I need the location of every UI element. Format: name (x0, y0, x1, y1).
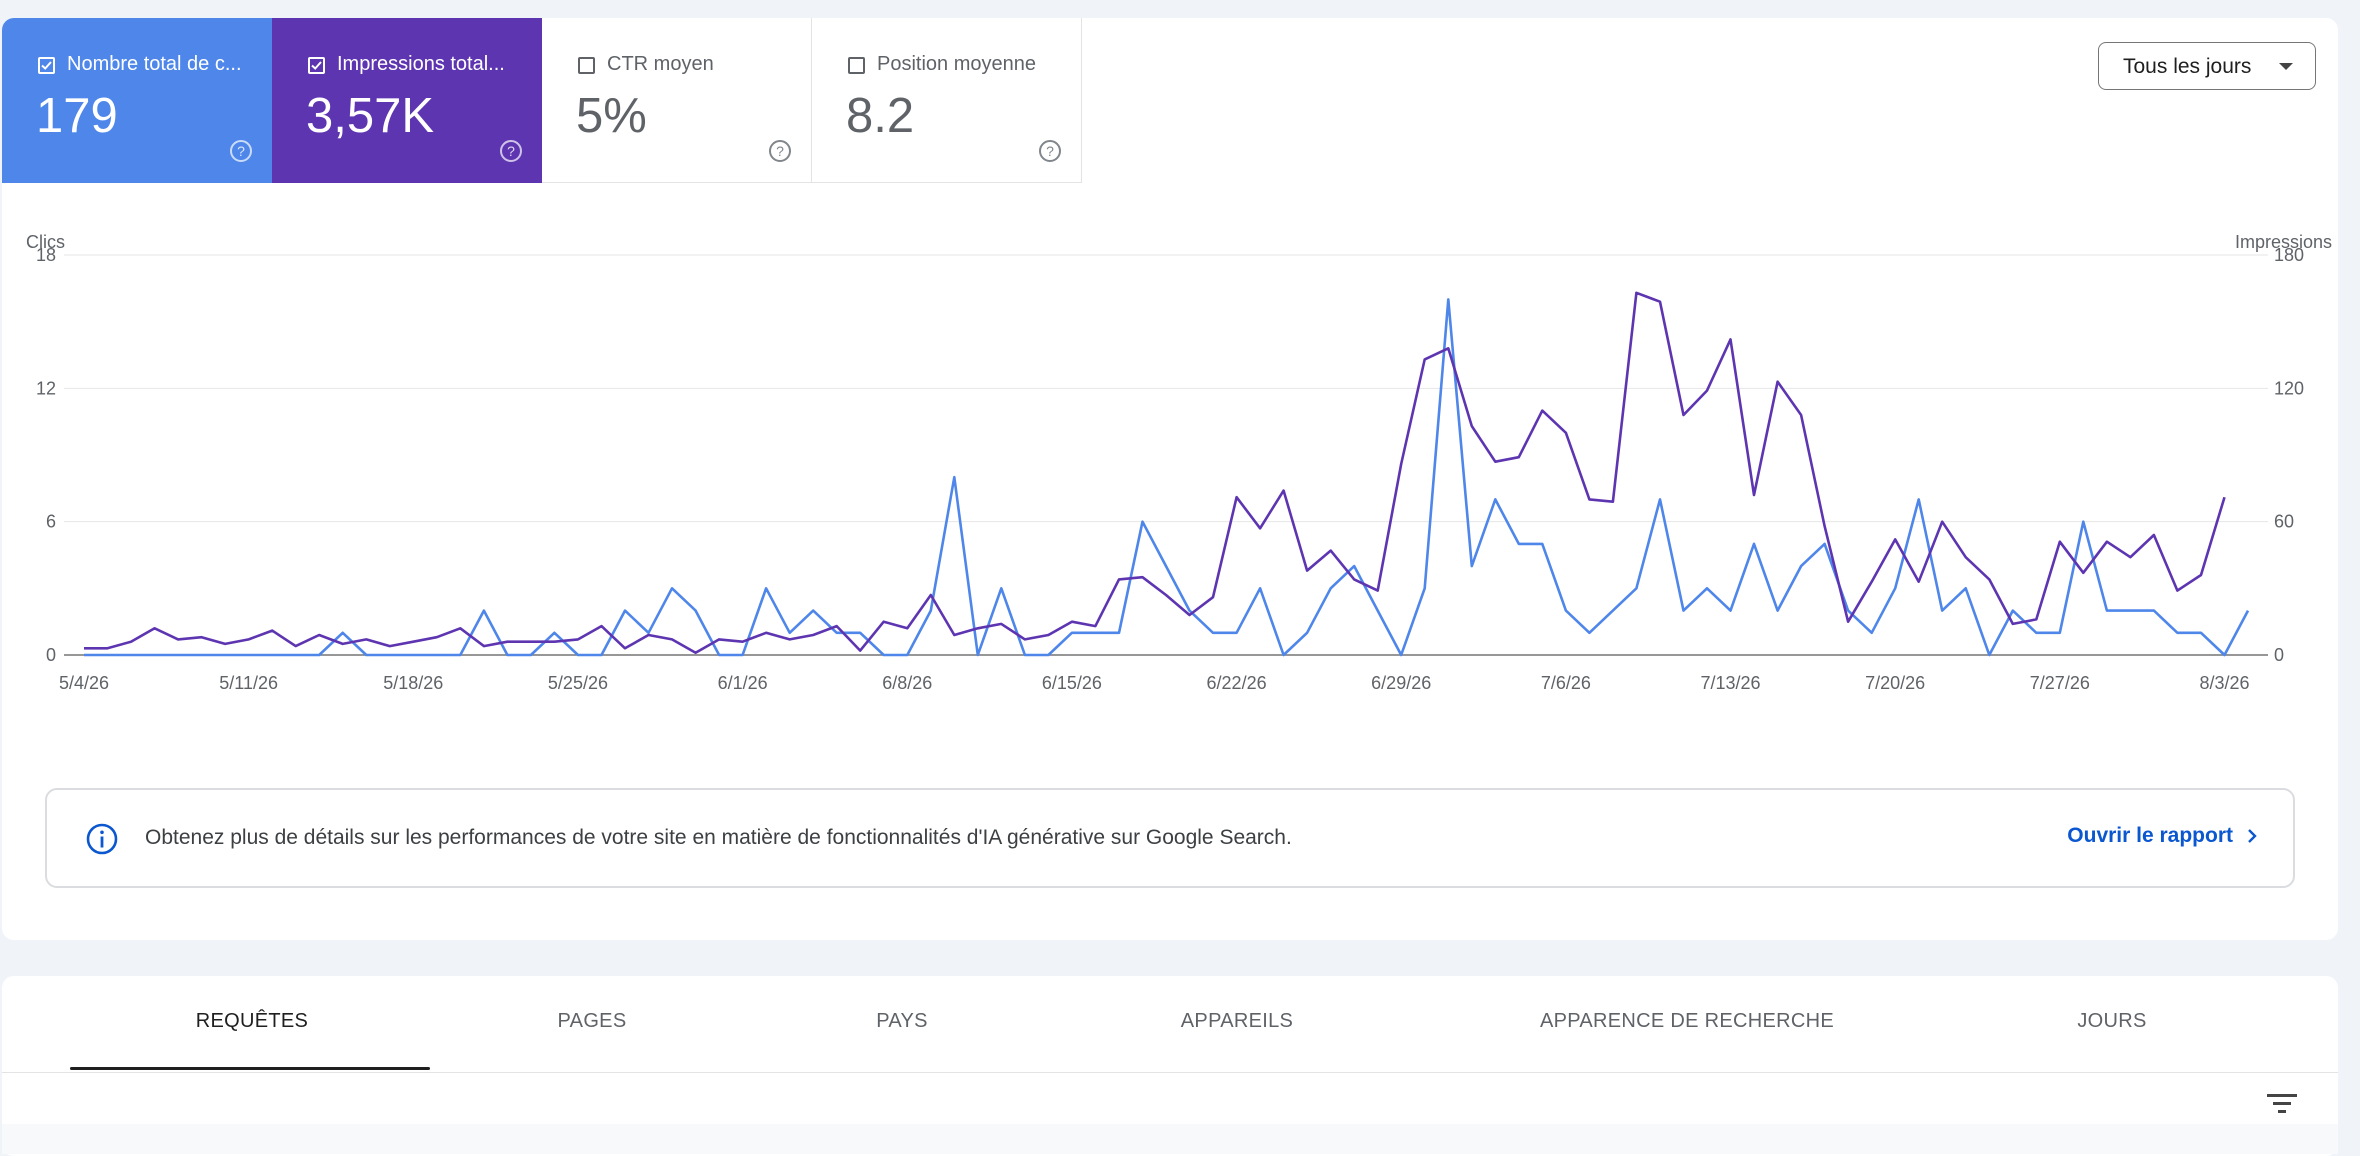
active-tab-indicator (70, 1067, 430, 1070)
metric-total-clicks[interactable]: Nombre total de c... 179 ? (2, 18, 272, 183)
ai-report-banner: Obtenez plus de détails sur les performa… (45, 788, 2295, 888)
tab-divider (2, 1072, 2338, 1073)
checkbox-unchecked-icon[interactable] (578, 57, 595, 74)
x-tick-label: 6/22/26 (1207, 673, 1267, 693)
y-right-tick-label: 120 (2274, 378, 2304, 398)
y-left-tick-label: 18 (36, 245, 56, 265)
date-range-label: Tous les jours (2123, 55, 2252, 78)
y-left-tick-label: 12 (36, 378, 56, 398)
metric-value: 5% (576, 89, 647, 143)
x-tick-label: 7/27/26 (2030, 673, 2090, 693)
y-left-tick-label: 6 (46, 512, 56, 532)
date-range-dropdown[interactable]: Tous les jours (2098, 42, 2316, 90)
tab-devices[interactable]: APPAREILS (1102, 1010, 1372, 1033)
y-left-tick-label: 0 (46, 645, 56, 665)
x-tick-label: 7/6/26 (1541, 673, 1591, 693)
help-icon[interactable]: ? (500, 140, 522, 162)
tab-queries[interactable]: REQUÊTES (122, 1010, 382, 1033)
x-tick-label: 7/20/26 (1865, 673, 1925, 693)
x-tick-label: 6/15/26 (1042, 673, 1102, 693)
x-tick-label: 7/13/26 (1700, 673, 1760, 693)
metric-value: 3,57K (306, 89, 435, 143)
metric-label: Impressions total... (337, 53, 505, 75)
metric-label: CTR moyen (607, 53, 714, 75)
x-tick-label: 5/11/26 (219, 673, 278, 693)
series-line-clicks (84, 298, 2250, 657)
caret-down-icon (2279, 63, 2293, 70)
x-tick-label: 5/18/26 (383, 673, 443, 693)
tab-countries[interactable]: PAYS (792, 1010, 1012, 1033)
y-right-tick-label: 60 (2274, 512, 2294, 532)
metric-label: Nombre total de c... (67, 53, 242, 75)
metric-label: Position moyenne (877, 53, 1036, 75)
series-line-impressions (84, 291, 2226, 655)
checkbox-checked-icon[interactable] (38, 57, 55, 74)
open-report-link[interactable]: Ouvrir le rapport (2067, 824, 2257, 848)
table-header-strip (2, 1124, 2338, 1154)
metric-value: 8.2 (846, 89, 915, 143)
tab-days[interactable]: JOURS (1992, 1010, 2232, 1033)
filter-icon[interactable] (2267, 1092, 2297, 1114)
info-icon (86, 823, 118, 855)
x-tick-label: 5/25/26 (548, 673, 608, 693)
x-tick-label: 6/1/26 (718, 673, 768, 693)
x-tick-label: 6/29/26 (1371, 673, 1431, 693)
metric-total-impressions[interactable]: Impressions total... 3,57K ? (272, 18, 542, 183)
performance-chart: Clics Impressions0612180601201805/4/26 5/1… (26, 232, 2332, 693)
help-icon[interactable]: ? (769, 140, 791, 162)
banner-text: Obtenez plus de détails sur les performa… (145, 826, 1292, 849)
dimension-tabs-card: REQUÊTES PAGES PAYS APPAREILS APPARENCE … (2, 976, 2338, 1156)
chevron-right-icon (2248, 829, 2257, 843)
tab-search-appearance[interactable]: APPARENCE DE RECHERCHE (1482, 1010, 1892, 1033)
y-right-tick-label: 180 (2274, 245, 2304, 265)
x-tick-label: 5/4/26 (59, 673, 109, 693)
y-right-tick-label: 0 (2274, 645, 2284, 665)
metric-avg-position[interactable]: Position moyenne 8.2 ? (812, 18, 1082, 183)
metric-avg-ctr[interactable]: CTR moyen 5% ? (542, 18, 812, 183)
help-icon[interactable]: ? (230, 140, 252, 162)
checkbox-checked-icon[interactable] (308, 57, 325, 74)
open-report-label: Ouvrir le rapport (2067, 824, 2233, 847)
metric-value: 179 (36, 89, 118, 143)
tab-pages[interactable]: PAGES (472, 1010, 712, 1033)
checkbox-unchecked-icon[interactable] (848, 57, 865, 74)
x-tick-label: 8/3/26 (2199, 673, 2249, 693)
x-tick-label: 6/8/26 (882, 673, 932, 693)
performance-card: Nombre total de c... 179 ? Impressions t… (2, 18, 2338, 940)
help-icon[interactable]: ? (1039, 140, 1061, 162)
